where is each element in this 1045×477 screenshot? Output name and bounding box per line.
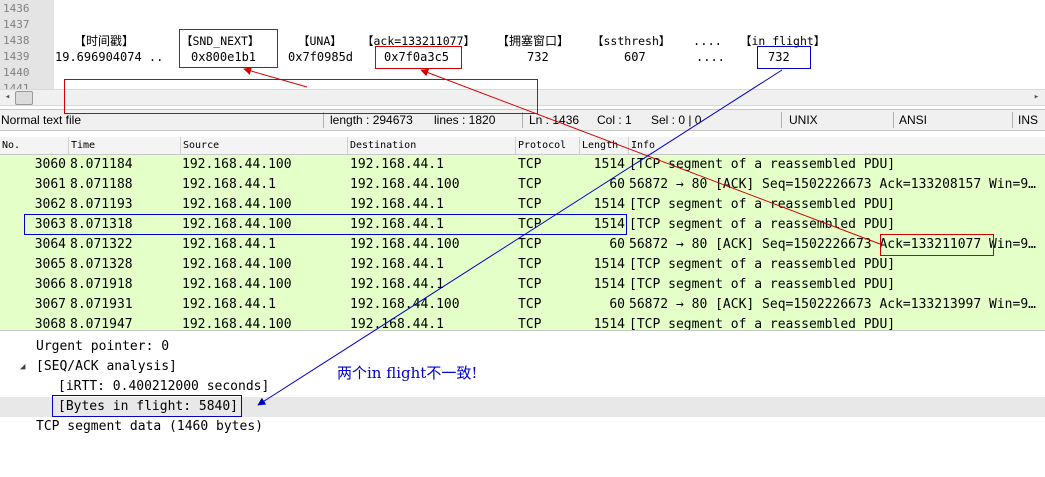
annotation-note: 两个in flight不一致! <box>337 364 478 382</box>
red-arrow-ack-to-info <box>420 68 881 245</box>
annotation-arrows <box>243 67 881 406</box>
blue-arrow-in-flight-to-details <box>257 69 783 406</box>
red-arrow-to-snd-next <box>243 67 308 88</box>
